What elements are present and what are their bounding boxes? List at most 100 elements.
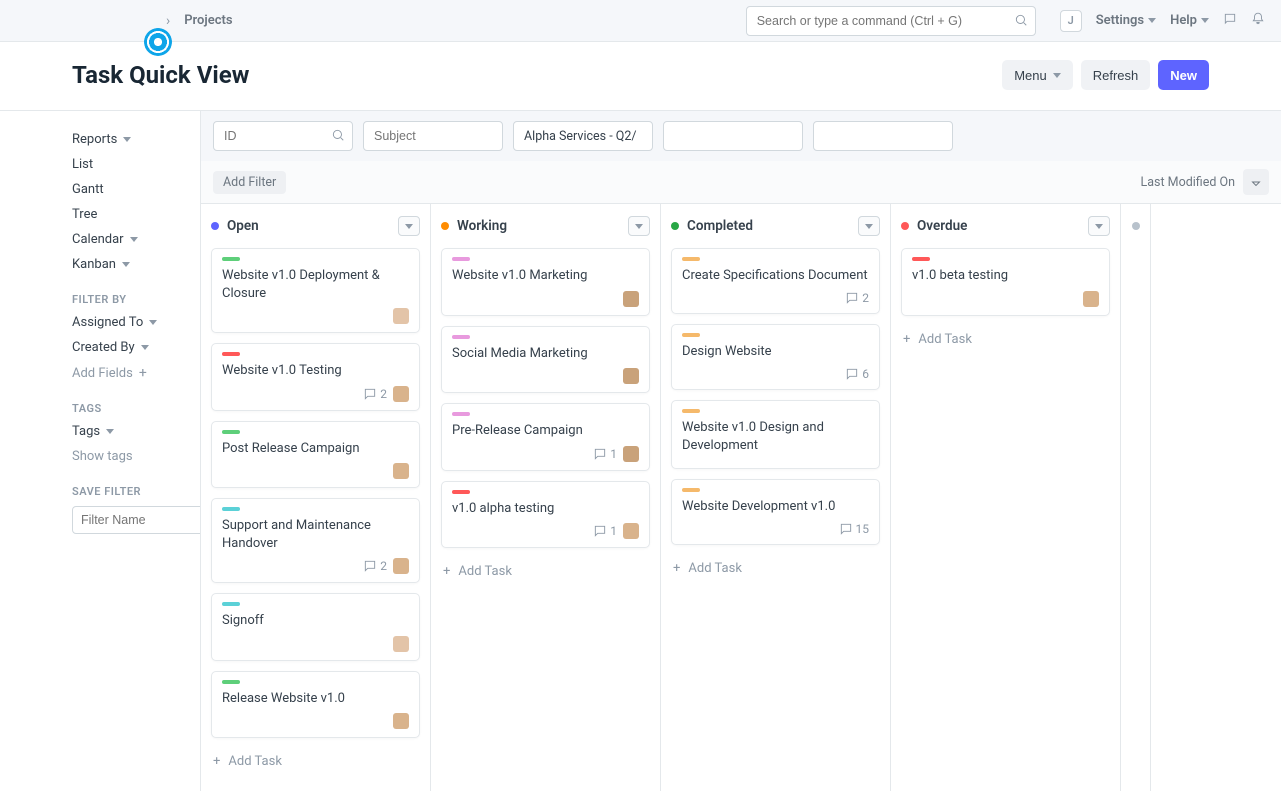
task-card[interactable]: Signoff	[211, 593, 420, 661]
help-menu[interactable]: Help	[1170, 13, 1209, 28]
bell-icon[interactable]	[1251, 12, 1265, 30]
task-card[interactable]: Website v1.0 Deployment & Closure	[211, 248, 420, 333]
card-footer: 2	[222, 552, 409, 574]
add-filter-button[interactable]: Add Filter	[213, 171, 286, 194]
kanban-scroll[interactable]: OpenWebsite v1.0 Deployment & ClosureWeb…	[201, 204, 1281, 791]
caret-down-icon	[1095, 224, 1103, 229]
filter-project-select[interactable]: Alpha Services - Q2/	[513, 121, 653, 151]
filter-blank-1[interactable]	[663, 121, 803, 151]
refresh-button[interactable]: Refresh	[1081, 60, 1151, 90]
comment-count[interactable]: 1	[593, 524, 617, 538]
filter-created-by[interactable]: Created By	[72, 335, 200, 360]
app-logo-icon[interactable]	[144, 28, 172, 56]
add-task-button[interactable]: +Add Task	[211, 748, 420, 775]
tags-heading: TAGS	[72, 386, 200, 419]
assignee-avatar[interactable]	[393, 386, 409, 402]
task-card[interactable]: Design Website6	[671, 324, 880, 390]
assignee-avatar[interactable]	[393, 308, 409, 324]
task-card[interactable]: Pre-Release Campaign1	[441, 403, 650, 471]
assignee-avatar[interactable]	[393, 713, 409, 729]
caret-down-icon	[1053, 73, 1061, 78]
task-card[interactable]: Website v1.0 Marketing	[441, 248, 650, 316]
page-body: ReportsListGantt Tree CalendarKanban FILTE…	[0, 111, 1281, 791]
filter-by-heading: FILTER BY	[72, 277, 200, 310]
task-card[interactable]: v1.0 beta testing	[901, 248, 1110, 316]
filter-assigned-to[interactable]: Assigned To	[72, 310, 200, 335]
status-dot-icon	[1132, 222, 1140, 230]
assignee-avatar[interactable]	[623, 291, 639, 307]
assignee-avatar[interactable]	[1083, 291, 1099, 307]
sidebar-view-calendar[interactable]: Calendar	[72, 227, 200, 252]
task-card[interactable]: Social Media Marketing	[441, 326, 650, 394]
column-menu-button[interactable]	[858, 216, 880, 236]
sort-direction-button[interactable]	[1243, 169, 1269, 195]
task-card[interactable]: Release Website v1.0	[211, 671, 420, 739]
breadcrumb-projects[interactable]: Projects	[184, 13, 232, 28]
sidebar: ReportsListGantt Tree CalendarKanban FILTE…	[0, 111, 200, 791]
assignee-avatar[interactable]	[393, 463, 409, 479]
task-title: v1.0 beta testing	[912, 267, 1099, 285]
assignee-avatar[interactable]	[623, 446, 639, 462]
add-task-label: Add Task	[918, 332, 972, 347]
add-task-button[interactable]: +Add Task	[441, 558, 650, 585]
card-footer	[912, 285, 1099, 307]
view-label: Tree	[72, 207, 97, 222]
add-task-label: Add Task	[688, 561, 742, 576]
card-footer: 15	[682, 516, 869, 536]
card-footer	[222, 302, 409, 324]
task-card[interactable]: Website Development v1.015	[671, 479, 880, 545]
comment-count[interactable]: 1	[593, 447, 617, 461]
task-card[interactable]: v1.0 alpha testing1	[441, 481, 650, 549]
task-card[interactable]: Support and Maintenance Handover 2	[211, 498, 420, 583]
add-task-button[interactable]: +Add Task	[901, 326, 1110, 353]
settings-menu[interactable]: Settings	[1096, 13, 1156, 28]
assignee-avatar[interactable]	[393, 558, 409, 574]
filter-label: Created By	[72, 340, 135, 355]
card-footer: 6	[682, 361, 869, 381]
task-card[interactable]: Website v1.0 Testing2	[211, 343, 420, 411]
caret-down-icon	[122, 262, 130, 267]
assignee-avatar[interactable]	[623, 523, 639, 539]
comment-count[interactable]: 2	[845, 291, 869, 305]
task-title: Support and Maintenance Handover	[222, 517, 409, 552]
comment-count[interactable]: 2	[363, 387, 387, 401]
comment-count[interactable]: 6	[845, 367, 869, 381]
task-card[interactable]: Website v1.0 Design and Development	[671, 400, 880, 469]
filter-blank-2[interactable]	[813, 121, 953, 151]
menu-button[interactable]: Menu	[1002, 60, 1073, 90]
column-header: Overdue	[901, 216, 1110, 236]
add-fields[interactable]: Add Fields+	[72, 360, 200, 386]
filter-tags[interactable]: Tags	[72, 419, 200, 444]
column-title: Completed	[687, 218, 858, 234]
add-task-button[interactable]: +Add Task	[671, 555, 880, 582]
task-card[interactable]: Create Specifications Document2	[671, 248, 880, 314]
search-input[interactable]	[746, 6, 1036, 36]
menu-label: Menu	[1014, 68, 1047, 83]
search-icon[interactable]	[1014, 13, 1028, 31]
sidebar-view-kanban[interactable]: Kanban	[72, 252, 200, 277]
card-footer: 2	[682, 285, 869, 305]
chat-icon[interactable]	[1223, 12, 1237, 30]
assignee-avatar[interactable]	[393, 636, 409, 652]
column-menu-button[interactable]	[628, 216, 650, 236]
comment-number: 1	[610, 524, 617, 538]
sidebar-view-gantt[interactable]: Gantt	[72, 177, 200, 202]
sort-label[interactable]: Last Modified On	[1140, 175, 1235, 190]
comment-count[interactable]: 2	[363, 559, 387, 573]
sidebar-view-reports[interactable]: Reports	[72, 127, 200, 152]
assignee-avatar[interactable]	[623, 368, 639, 384]
show-tags[interactable]: Show tags	[72, 444, 200, 469]
caret-down-icon	[635, 224, 643, 229]
task-card[interactable]: Post Release Campaign	[211, 421, 420, 489]
column-menu-button[interactable]	[398, 216, 420, 236]
new-button[interactable]: New	[1158, 60, 1209, 90]
column-menu-button[interactable]	[1088, 216, 1110, 236]
filter-subject-input[interactable]	[363, 121, 503, 151]
comment-count[interactable]: 15	[839, 522, 870, 536]
sidebar-view-list[interactable]: List	[72, 152, 200, 177]
comment-number: 6	[862, 367, 869, 381]
task-title: Website v1.0 Deployment & Closure	[222, 267, 409, 302]
user-avatar[interactable]: J	[1060, 10, 1082, 32]
search-icon[interactable]	[331, 128, 345, 146]
sidebar-view-tree[interactable]: Tree	[72, 202, 200, 227]
